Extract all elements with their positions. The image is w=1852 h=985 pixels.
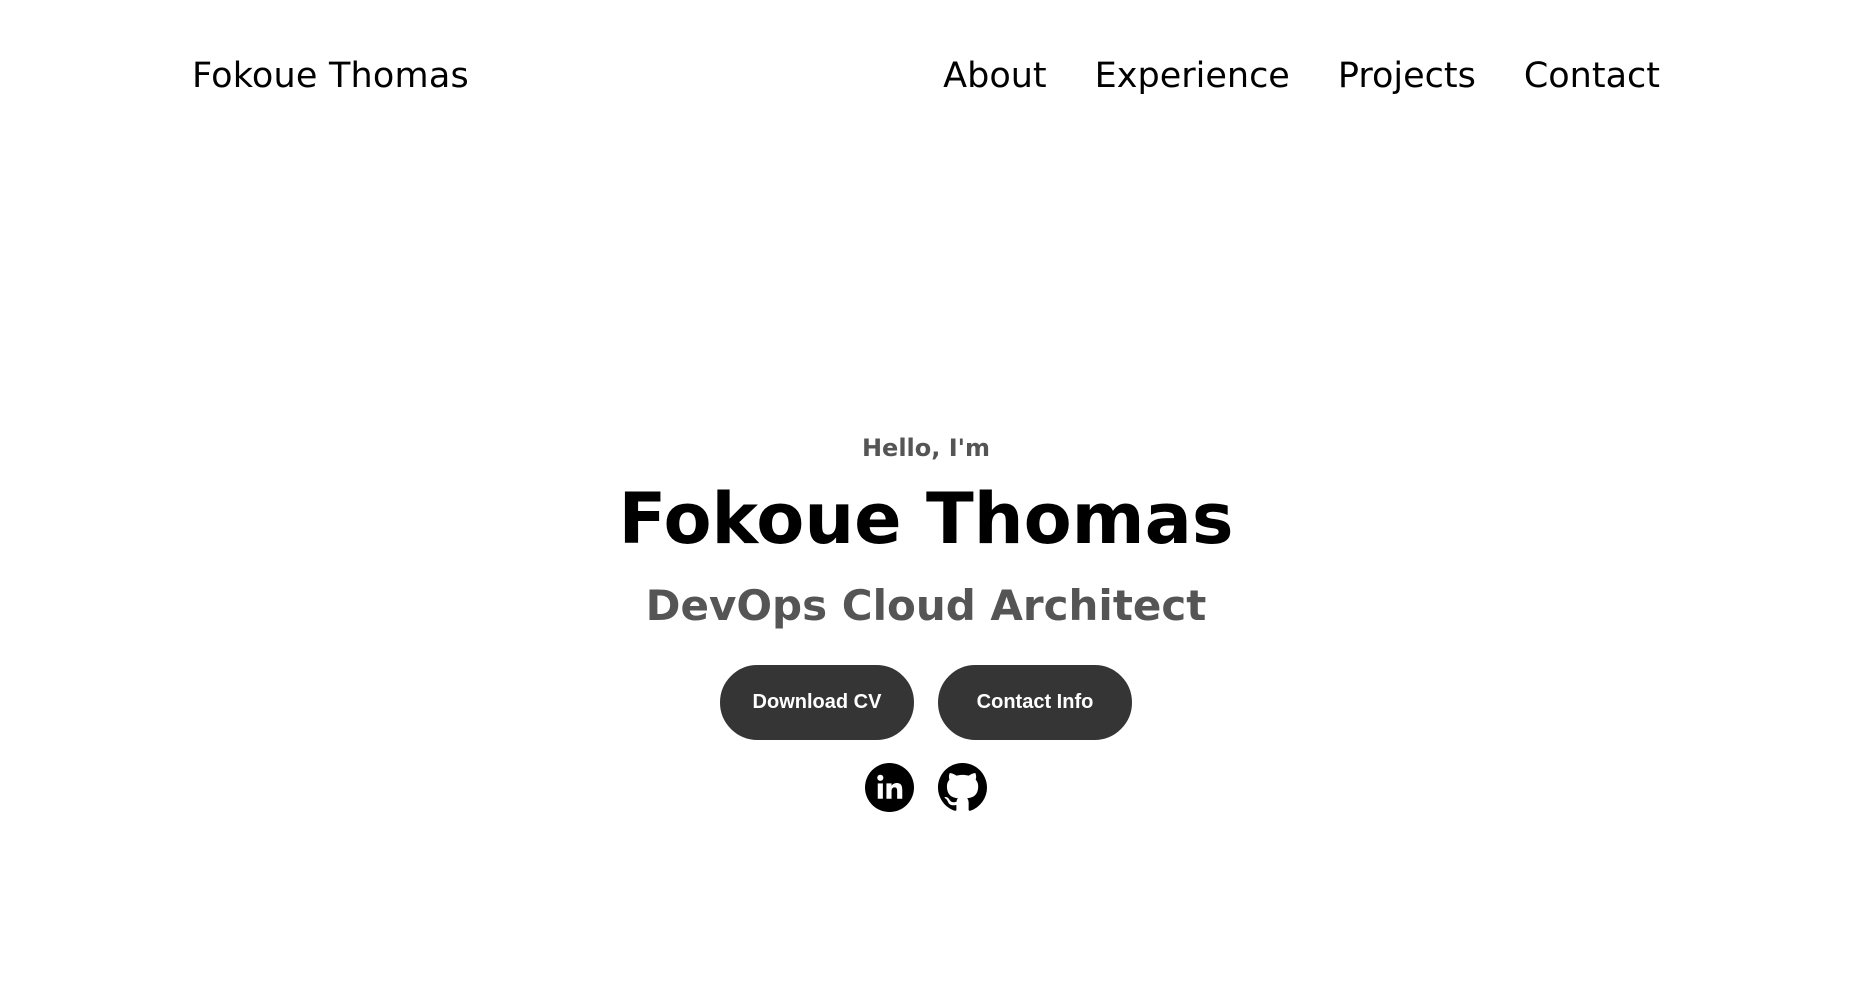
nav-link-about[interactable]: About — [943, 56, 1046, 96]
portfolio-page: Fokoue Thomas About Experience Projects … — [0, 0, 1852, 985]
download-cv-button[interactable]: Download CV — [720, 665, 914, 740]
nav-link-projects[interactable]: Projects — [1338, 56, 1476, 96]
nav-item-experience: Experience — [1095, 56, 1290, 96]
nav-item-projects: Projects — [1338, 56, 1476, 96]
nav-links: About Experience Projects Contact — [943, 56, 1660, 96]
logo-text[interactable]: Fokoue Thomas — [192, 56, 469, 96]
nav-link-contact[interactable]: Contact — [1524, 56, 1660, 96]
linkedin-icon[interactable] — [865, 763, 914, 812]
github-icon[interactable] — [938, 763, 987, 812]
top-navigation: Fokoue Thomas About Experience Projects … — [0, 0, 1852, 160]
hero-title: Fokoue Thomas — [618, 478, 1234, 560]
nav-link-experience[interactable]: Experience — [1095, 56, 1290, 96]
nav-item-about: About — [943, 56, 1046, 96]
social-links — [0, 763, 1852, 812]
contact-info-button[interactable]: Contact Info — [938, 665, 1132, 740]
nav-item-contact: Contact — [1524, 56, 1660, 96]
hero-button-row: Download CV Contact Info — [0, 665, 1852, 740]
hero-subtitle: DevOps Cloud Architect — [645, 581, 1207, 630]
hero-greeting: Hello, I'm — [861, 434, 991, 462]
